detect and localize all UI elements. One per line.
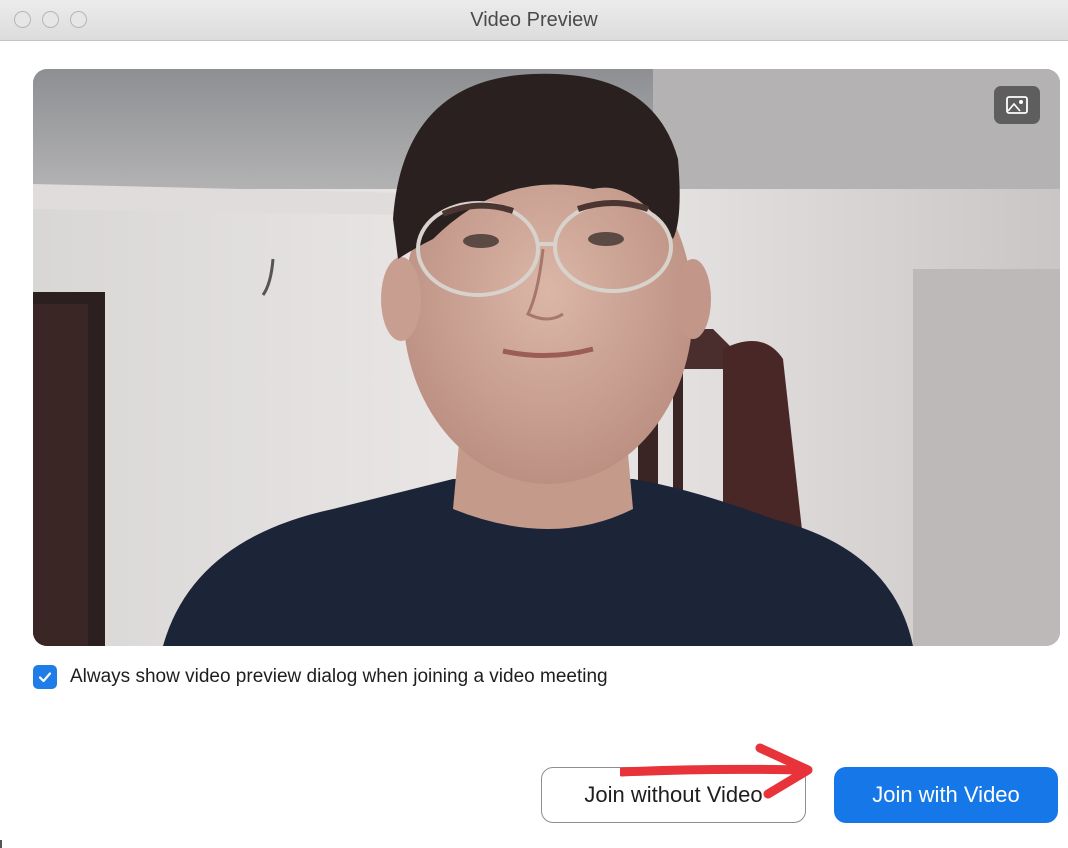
virtual-background-icon[interactable] (994, 86, 1040, 124)
checkmark-icon (38, 672, 52, 683)
title-bar: Video Preview (0, 0, 1068, 41)
always-show-preview-checkbox[interactable] (33, 665, 57, 689)
always-show-preview-label: Always show video preview dialog when jo… (70, 666, 608, 687)
camera-preview (33, 69, 1060, 646)
edge-mark (0, 840, 2, 848)
video-preview-window: Video Preview Always show video preview … (0, 0, 1068, 848)
join-without-video-button[interactable]: Join without Video (541, 767, 806, 823)
window-title: Video Preview (470, 9, 598, 31)
join-with-video-button[interactable]: Join with Video (834, 767, 1058, 823)
camera-feed-image (33, 69, 1060, 646)
always-show-preview-row[interactable]: Always show video preview dialog when jo… (33, 665, 608, 689)
